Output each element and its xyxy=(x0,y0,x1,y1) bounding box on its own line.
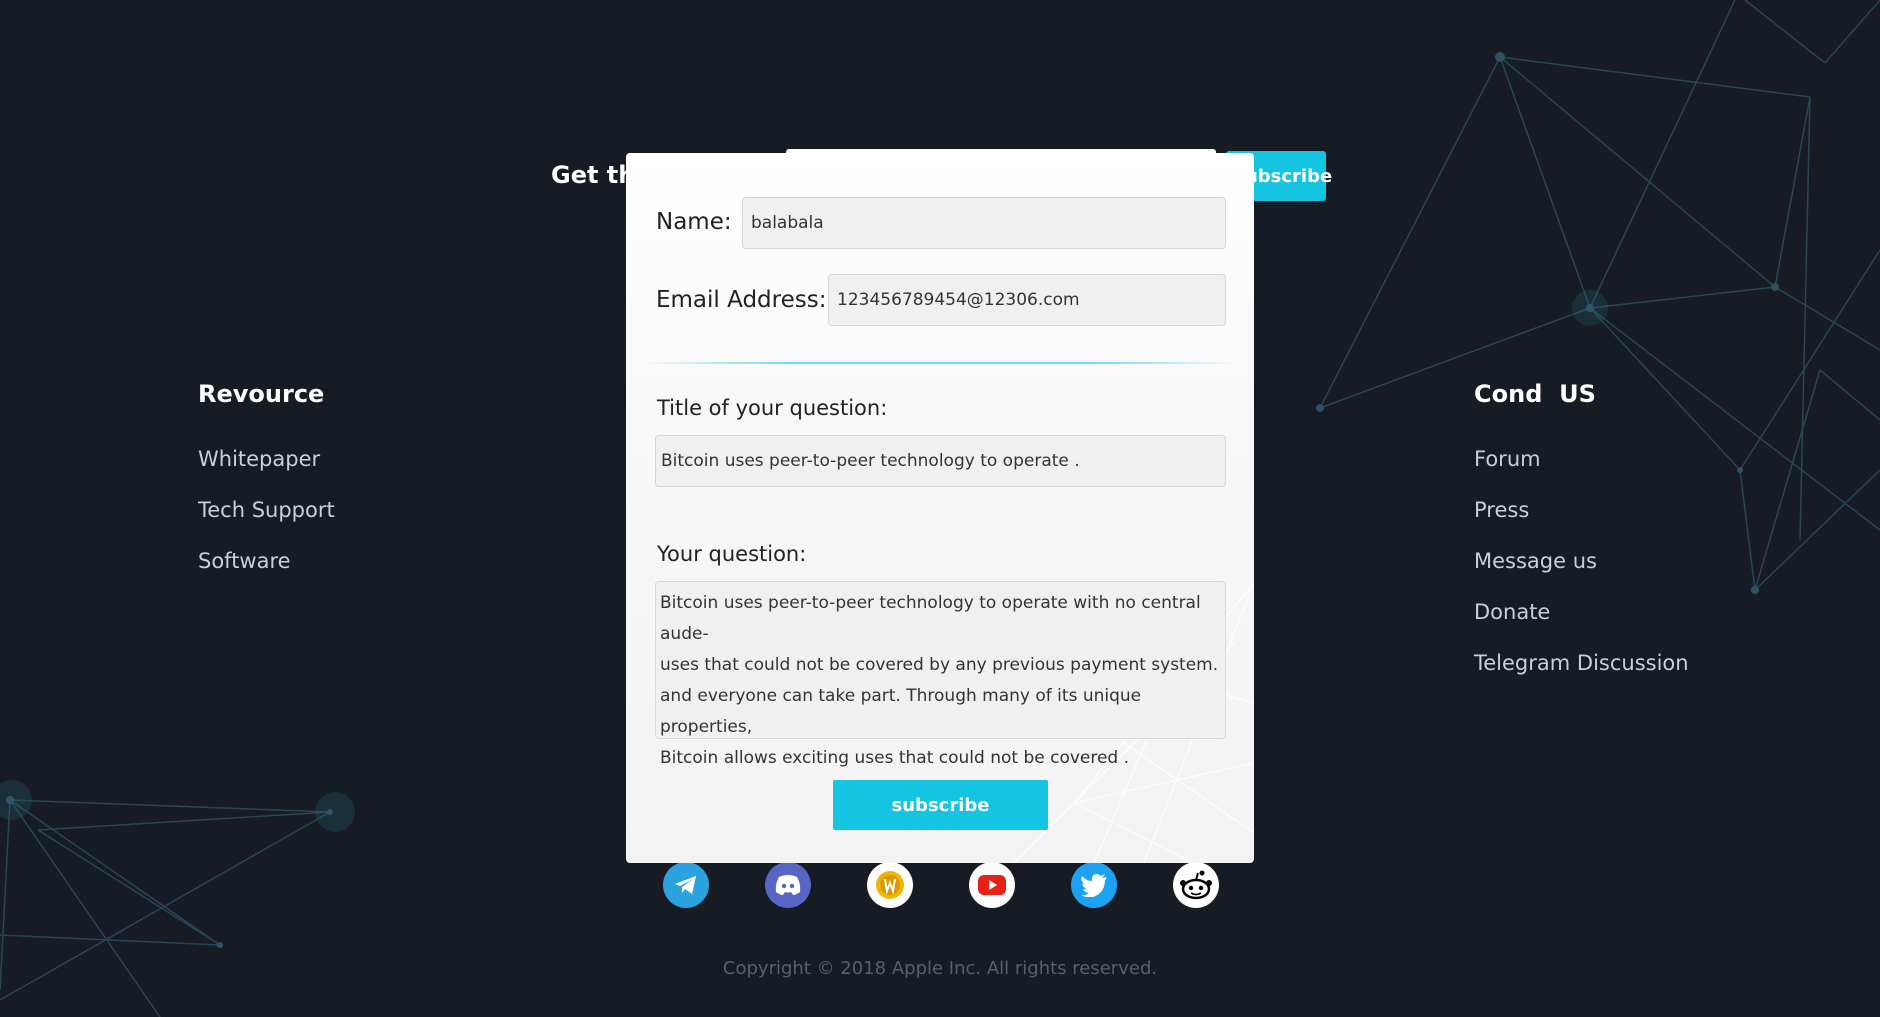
copyright-text: Copyright © 2018 Apple Inc. All rights r… xyxy=(722,958,1158,979)
question-modal: Name: Email Address: Title of your quest… xyxy=(626,153,1254,863)
contact-heading: Cond US xyxy=(1474,380,1596,408)
reddit-icon[interactable] xyxy=(1173,862,1219,908)
link-message-us[interactable]: Message us xyxy=(1474,548,1689,599)
resources-column: Revource Whitepaper Tech Support Softwar… xyxy=(198,380,335,599)
contact-column: Cond US Forum Press Message us Donate Te… xyxy=(1474,380,1689,701)
name-label: Name: xyxy=(656,209,732,235)
telegram-icon[interactable] xyxy=(663,862,709,908)
name-field[interactable] xyxy=(742,197,1226,249)
question-line-4: Bitcoin allows exciting uses that could … xyxy=(660,748,1130,768)
question-line-1: Bitcoin uses peer-to-peer technology to … xyxy=(660,593,1201,644)
link-forum[interactable]: Forum xyxy=(1474,446,1689,497)
coin-icon[interactable] xyxy=(867,862,913,908)
twitter-icon[interactable] xyxy=(1071,862,1117,908)
link-whitepaper[interactable]: Whitepaper xyxy=(198,446,335,497)
youtube-icon[interactable] xyxy=(969,862,1015,908)
link-telegram-discussion[interactable]: Telegram Discussion xyxy=(1474,650,1689,701)
link-press[interactable]: Press xyxy=(1474,497,1689,548)
link-software[interactable]: Software xyxy=(198,548,335,599)
section-divider xyxy=(642,362,1238,364)
email-field[interactable] xyxy=(828,274,1226,326)
resources-heading: Revource xyxy=(198,380,325,408)
link-tech-support[interactable]: Tech Support xyxy=(198,497,335,548)
email-label: Email Address: xyxy=(656,287,827,313)
discord-icon[interactable] xyxy=(765,862,811,908)
question-line-3: and everyone can take part. Through many… xyxy=(660,686,1142,737)
subscribe-submit-button[interactable]: subscribe xyxy=(833,780,1048,830)
link-donate[interactable]: Donate xyxy=(1474,599,1689,650)
question-title-field[interactable] xyxy=(655,435,1226,487)
question-body-textarea[interactable]: Bitcoin uses peer-to-peer technology to … xyxy=(655,581,1226,768)
question-title-label: Title of your question: xyxy=(657,396,888,420)
question-line-2: uses that could not be covered by any pr… xyxy=(660,655,1219,675)
social-icons-row xyxy=(663,862,1220,910)
question-body-label: Your question: xyxy=(657,542,807,566)
